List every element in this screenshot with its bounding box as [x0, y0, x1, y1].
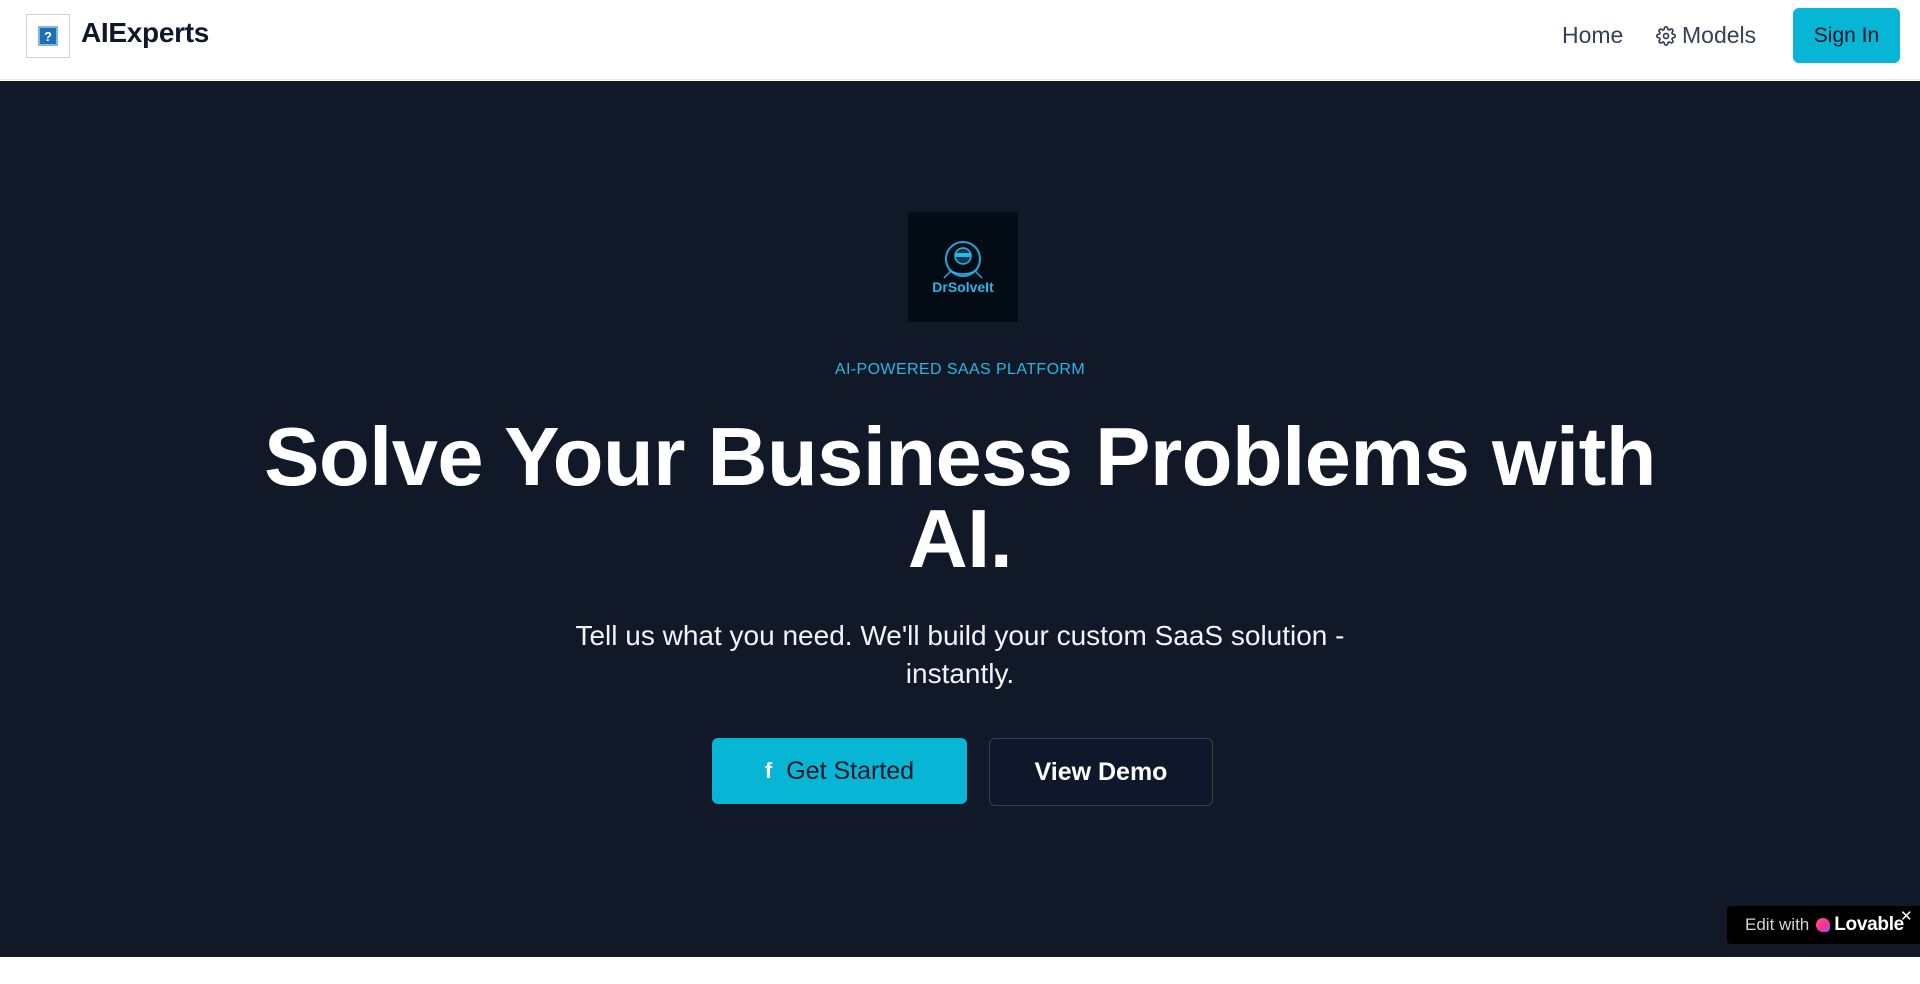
top-navbar: ? AIExperts Home Models Sign In: [0, 0, 1920, 80]
avatar: J: [775, 959, 785, 981]
drsolveit-logo: DrSolveIt: [908, 212, 1018, 322]
avatar: J: [825, 959, 835, 981]
facebook-icon: f: [764, 758, 773, 783]
nav-link-home[interactable]: Home: [1562, 22, 1623, 49]
brand-name[interactable]: AIExperts: [81, 17, 209, 49]
hero-section: DrSolveIt AI-POWERED SAAS PLATFORM Solve…: [0, 81, 1920, 981]
question-box-icon: ?: [38, 26, 58, 46]
logo[interactable]: ?: [26, 14, 70, 58]
hero-logo-text: DrSolveIt: [932, 279, 994, 295]
close-icon[interactable]: ✕: [1900, 907, 1913, 925]
view-demo-button[interactable]: View Demo: [989, 738, 1213, 806]
nav-link-models-label: Models: [1682, 22, 1757, 48]
edit-with-lovable-badge[interactable]: Edit with Lovable: [1727, 906, 1920, 944]
hero-subheadline: Tell us what you need. We'll build your …: [575, 620, 1345, 689]
hero-headline: Solve Your Business Problems with AI.: [264, 410, 1656, 585]
trust-text: Trusted by 1,000+ Businesses: [866, 958, 1152, 980]
robot-doctor-icon: DrSolveIt: [932, 241, 994, 295]
sign-in-button[interactable]: Sign In: [1793, 8, 1900, 63]
badge-edit-label: Edit with: [1745, 915, 1810, 934]
badge-brand: Lovable: [1834, 914, 1904, 935]
avatar-stack: J D S M R J: [775, 956, 845, 984]
lovable-heart-icon: [1816, 918, 1831, 932]
get-started-label: Get Started: [786, 756, 915, 785]
gear-icon: [1656, 25, 1676, 46]
get-started-button[interactable]: f Get Started: [712, 738, 967, 804]
hero-tagline: AI-POWERED SAAS PLATFORM: [834, 361, 1086, 378]
nav-link-models[interactable]: Models: [1656, 22, 1756, 49]
